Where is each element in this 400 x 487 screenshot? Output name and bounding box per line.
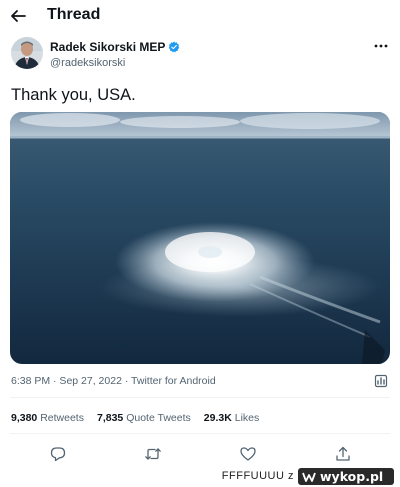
author-name[interactable]: Radek Sikorski MEP [50, 40, 165, 54]
quotes-count: 7,835 [96, 412, 124, 424]
tweet-actions [0, 445, 400, 465]
divider [10, 433, 390, 434]
tweet-author-header: Radek Sikorski MEP @radeksikorski [0, 37, 400, 77]
retweet-icon[interactable] [144, 445, 162, 463]
divider [10, 397, 390, 398]
quotes-label: Quote Tweets [126, 412, 191, 424]
author-handle[interactable]: @radeksikorski [50, 57, 125, 69]
retweets-stat[interactable]: 9,380 Retweets [11, 412, 84, 424]
likes-label: Likes [234, 412, 260, 424]
tweet-stats: 9,380 Retweets 7,835 Quote Tweets 29.3K … [11, 412, 272, 424]
wykop-logo: wykop.pl [298, 468, 394, 485]
reply-icon[interactable] [49, 445, 67, 463]
verified-badge-icon [169, 41, 180, 53]
likes-stat[interactable]: 29.3K Likes [204, 412, 259, 424]
share-icon[interactable] [334, 445, 352, 463]
watermark-bar: FFFFUUUU z wykop.pl [0, 466, 400, 487]
more-options-icon[interactable] [373, 40, 389, 52]
top-bar: Thread [0, 0, 400, 32]
retweets-count: 9,380 [11, 412, 38, 424]
back-arrow-icon[interactable] [10, 8, 26, 24]
likes-count: 29.3K [203, 412, 232, 424]
wykop-logo-icon [302, 472, 316, 482]
analytics-icon[interactable] [374, 374, 388, 388]
retweets-label: Retweets [40, 412, 84, 424]
watermark-username: FFFFUUUU z [221, 470, 294, 482]
wykop-logo-text: wykop.pl [320, 469, 384, 484]
like-heart-icon[interactable] [239, 445, 257, 463]
page-title: Thread [47, 6, 101, 23]
avatar[interactable] [11, 37, 43, 69]
tweet-timestamp[interactable]: 6:38 PM · Sep 27, 2022 · Twitter for And… [11, 375, 216, 387]
quote-tweets-stat[interactable]: 7,835 Quote Tweets [97, 412, 191, 424]
tweet-image[interactable] [10, 112, 390, 364]
tweet-text: Thank you, USA. [11, 86, 136, 104]
